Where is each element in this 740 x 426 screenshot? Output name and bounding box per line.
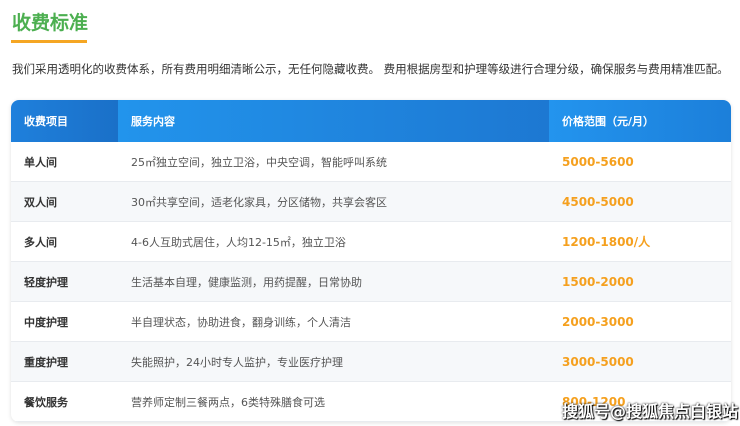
row-item: 重度护理: [24, 355, 68, 369]
row-price: 4500-5000: [562, 194, 634, 209]
row-item: 单人间: [24, 155, 57, 169]
title-underline: [11, 40, 87, 43]
row-price: 1500-2000: [562, 274, 634, 289]
row-content: 25㎡独立空间，独立卫浴，中央空调，智能呼叫系统: [131, 155, 387, 169]
table-row: 双人间 30㎡共享空间，适老化家具，分区储物，共享会客区 4500-5000: [11, 182, 731, 222]
row-item: 餐饮服务: [24, 395, 68, 409]
table-row: 多人间 4-6人互助式居住，人均12-15㎡，独立卫浴 1200-1800/人: [11, 222, 731, 262]
intro-text: 我们采用透明化的收费体系，所有费用明细清晰公示，无任何隐藏收费。 费用根据房型和…: [12, 62, 729, 76]
table-header: 收费项目 服务内容 价格范围（元/月）: [11, 100, 731, 142]
table-row: 轻度护理 生活基本自理，健康监测，用药提醒，日常协助 1500-2000: [11, 262, 731, 302]
row-content: 营养师定制三餐两点，6类特殊膳食可选: [131, 395, 325, 409]
row-item: 多人间: [24, 235, 57, 249]
row-content: 30㎡共享空间，适老化家具，分区储物，共享会客区: [131, 195, 387, 209]
row-price: 3000-5000: [562, 354, 634, 369]
row-price: 2000-3000: [562, 314, 634, 329]
table-row: 单人间 25㎡独立空间，独立卫浴，中央空调，智能呼叫系统 5000-5600: [11, 142, 731, 182]
fee-table: 收费项目 服务内容 价格范围（元/月） 单人间 25㎡独立空间，独立卫浴，中央空调…: [11, 100, 731, 422]
table-row: 重度护理 失能照护，24小时专人监护，专业医疗护理 3000-5000: [11, 342, 731, 382]
table-row: 中度护理 半自理状态，协助进食，翻身训练，个人清洁 2000-3000: [11, 302, 731, 342]
header-item: 收费项目: [11, 100, 118, 142]
row-content: 失能照护，24小时专人监护，专业医疗护理: [131, 355, 343, 369]
row-content: 半自理状态，协助进食，翻身训练，个人清洁: [131, 315, 351, 329]
watermark: 搜狐号@搜狐焦点白银站: [562, 402, 739, 421]
row-item: 轻度护理: [24, 275, 68, 289]
row-item: 双人间: [24, 195, 57, 209]
row-price: 1200-1800/人: [562, 235, 651, 249]
row-content: 生活基本自理，健康监测，用药提醒，日常协助: [131, 275, 362, 289]
row-content: 4-6人互助式居住，人均12-15㎡，独立卫浴: [131, 235, 346, 249]
row-price: 5000-5600: [562, 154, 634, 169]
header-price: 价格范围（元/月）: [549, 100, 731, 142]
row-item: 中度护理: [24, 315, 68, 329]
section-title: 收费标准: [12, 12, 89, 34]
header-content: 服务内容: [118, 100, 549, 142]
